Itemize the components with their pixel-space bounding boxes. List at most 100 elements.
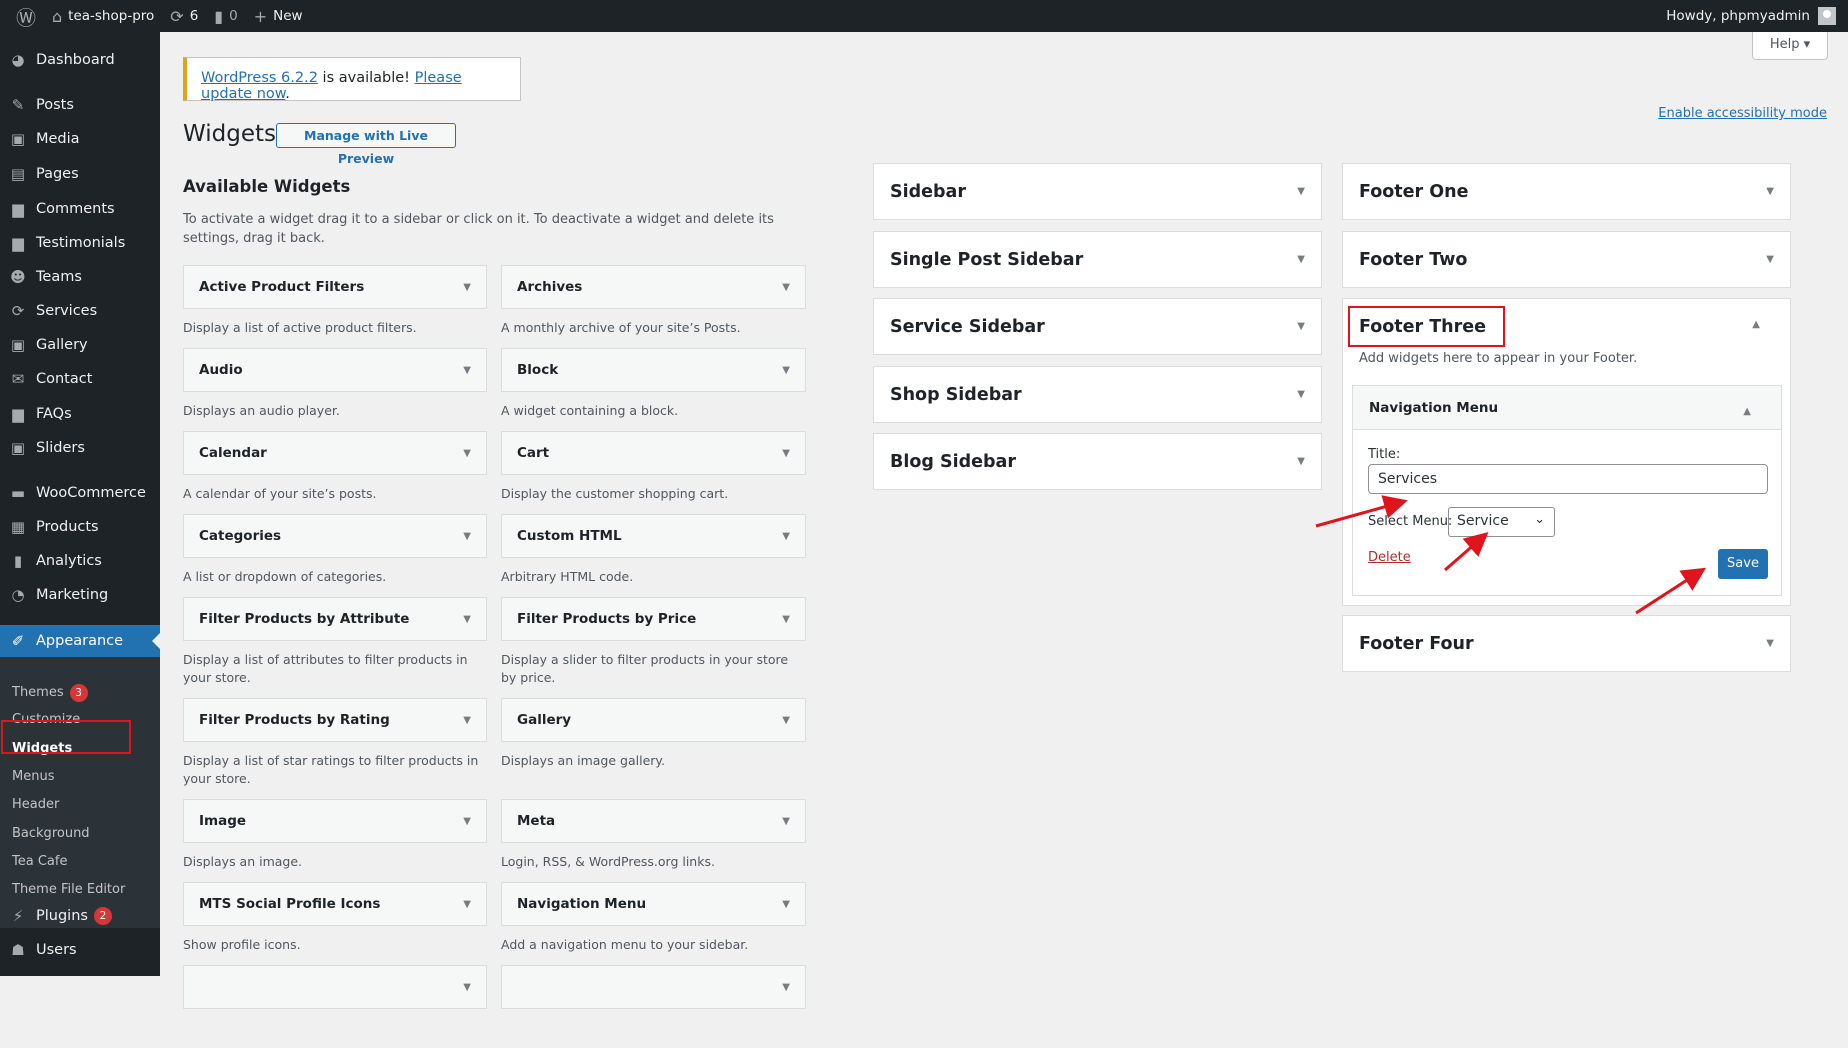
- widget-header[interactable]: Navigation Menu ▼: [501, 882, 806, 926]
- save-button[interactable]: Save: [1718, 549, 1768, 579]
- expand-arrow-icon[interactable]: ▼: [782, 899, 790, 910]
- new-content-link[interactable]: + New: [254, 7, 303, 26]
- widget-header[interactable]: Calendar ▼: [183, 431, 487, 475]
- expand-arrow-icon[interactable]: ▼: [782, 982, 790, 993]
- available-widget[interactable]: Calendar ▼ A calendar of your site’s posts…: [183, 431, 487, 514]
- available-widget[interactable]: Navigation Menu ▼ Add a navigation menu to…: [501, 882, 806, 965]
- submenu-item-themes[interactable]: Themes 3: [12, 684, 88, 702]
- widget-header[interactable]: Filter Products by Rating ▼: [183, 698, 487, 742]
- sidebar-item-plugins[interactable]: ⚡ Plugins 2: [0, 899, 160, 933]
- sidebar-item-woocommerce[interactable]: ▬ WooCommerce: [0, 476, 160, 510]
- accessibility-mode-link[interactable]: Enable accessibility mode: [1658, 106, 1827, 121]
- widget-header[interactable]: Navigation Menu ▲: [1353, 386, 1781, 430]
- widget-area-footer-four[interactable]: Footer Four ▼: [1342, 615, 1791, 672]
- widget-area-sidebar[interactable]: Sidebar ▼: [873, 163, 1322, 220]
- expand-arrow-icon[interactable]: ▼: [782, 448, 790, 459]
- widget-area-single-post-sidebar[interactable]: Single Post Sidebar ▼: [873, 231, 1322, 288]
- widget-header[interactable]: MTS Social Profile Icons ▼: [183, 882, 487, 926]
- available-widget[interactable]: Filter Products by Price ▼ Display a slide…: [501, 597, 806, 698]
- expand-arrow-icon[interactable]: ▼: [782, 531, 790, 542]
- expand-arrow-icon[interactable]: ▼: [1297, 456, 1305, 467]
- widget-header[interactable]: ▼: [183, 965, 487, 1009]
- submenu-item-tea-cafe[interactable]: Tea Cafe: [12, 854, 67, 869]
- available-widget[interactable]: Meta ▼ Login, RSS, & WordPress.org links.: [501, 799, 806, 882]
- widget-header[interactable]: Meta ▼: [501, 799, 806, 843]
- expand-arrow-icon[interactable]: ▼: [782, 614, 790, 625]
- sidebar-item-services[interactable]: ⟳ Services: [0, 294, 160, 328]
- sidebar-item-posts[interactable]: ✎ Posts: [0, 88, 160, 122]
- comments-link[interactable]: ▮ 0: [214, 7, 237, 26]
- widget-area-footer-two[interactable]: Footer Two ▼: [1342, 231, 1791, 288]
- widget-header[interactable]: Categories ▼: [183, 514, 487, 558]
- available-widget[interactable]: Image ▼ Displays an image.: [183, 799, 487, 882]
- collapse-arrow-icon[interactable]: ▲: [1752, 319, 1760, 330]
- expand-arrow-icon[interactable]: ▼: [1297, 389, 1305, 400]
- account-menu[interactable]: Howdy, phpmyadmin: [1666, 0, 1836, 32]
- available-widget[interactable]: Cart ▼ Display the customer shopping cart.: [501, 431, 806, 514]
- collapse-arrow-icon[interactable]: ▲: [1743, 406, 1751, 417]
- expand-arrow-icon[interactable]: ▼: [1297, 186, 1305, 197]
- sidebar-item-comments[interactable]: ▆ Comments: [0, 192, 160, 226]
- expand-arrow-icon[interactable]: ▼: [463, 982, 471, 993]
- sidebar-item-testimonials[interactable]: ▆ Testimonials: [0, 226, 160, 260]
- available-widget[interactable]: Audio ▼ Displays an audio player.: [183, 348, 487, 431]
- sidebar-item-gallery[interactable]: ▣ Gallery: [0, 328, 160, 362]
- sidebar-item-faqs[interactable]: ▆ FAQs: [0, 397, 160, 431]
- delete-link[interactable]: Delete: [1368, 550, 1411, 565]
- available-widget[interactable]: Active Product Filters ▼ Display a list of…: [183, 265, 487, 348]
- sidebar-item-sliders[interactable]: ▣ Sliders: [0, 431, 160, 465]
- sidebar-item-contact[interactable]: ✉ Contact: [0, 362, 160, 396]
- widget-header[interactable]: Active Product Filters ▼: [183, 265, 487, 309]
- title-input[interactable]: [1368, 464, 1768, 494]
- available-widget[interactable]: ▼: [501, 965, 806, 1048]
- expand-arrow-icon[interactable]: ▼: [463, 448, 471, 459]
- expand-arrow-icon[interactable]: ▼: [463, 531, 471, 542]
- sidebar-item-media[interactable]: ▣ Media: [0, 122, 160, 156]
- expand-arrow-icon[interactable]: ▼: [782, 282, 790, 293]
- expand-arrow-icon[interactable]: ▼: [782, 816, 790, 827]
- available-widget[interactable]: Archives ▼ A monthly archive of your site’…: [501, 265, 806, 348]
- wordpress-logo-icon[interactable]: Ⓦ: [16, 2, 36, 31]
- sidebar-item-pages[interactable]: ▤ Pages: [0, 157, 160, 191]
- help-button[interactable]: Help ▾: [1752, 32, 1828, 60]
- expand-arrow-icon[interactable]: ▼: [1766, 254, 1774, 265]
- submenu-item-background[interactable]: Background: [12, 826, 90, 841]
- expand-arrow-icon[interactable]: ▼: [782, 365, 790, 376]
- expand-arrow-icon[interactable]: ▼: [463, 816, 471, 827]
- expand-arrow-icon[interactable]: ▼: [463, 365, 471, 376]
- widget-header[interactable]: Archives ▼: [501, 265, 806, 309]
- widget-area-blog-sidebar[interactable]: Blog Sidebar ▼: [873, 433, 1322, 490]
- widget-header[interactable]: Gallery ▼: [501, 698, 806, 742]
- widget-header[interactable]: ▼: [501, 965, 806, 1009]
- sidebar-item-teams[interactable]: ☻ Teams: [0, 260, 160, 294]
- expand-arrow-icon[interactable]: ▼: [782, 715, 790, 726]
- widget-area-shop-sidebar[interactable]: Shop Sidebar ▼: [873, 366, 1322, 423]
- updates-link[interactable]: ⟳ 6: [170, 7, 198, 26]
- widget-header[interactable]: Block ▼: [501, 348, 806, 392]
- sidebar-item-users[interactable]: ☗ Users: [0, 933, 160, 967]
- widget-header[interactable]: Filter Products by Attribute ▼: [183, 597, 487, 641]
- available-widget[interactable]: MTS Social Profile Icons ▼ Show profile ic…: [183, 882, 487, 965]
- widget-header[interactable]: Image ▼: [183, 799, 487, 843]
- site-name-link[interactable]: ⌂ tea-shop-pro: [52, 7, 154, 26]
- widget-area-footer-one[interactable]: Footer One ▼: [1342, 163, 1791, 220]
- available-widget[interactable]: ▼: [183, 965, 487, 1048]
- widget-area-service-sidebar[interactable]: Service Sidebar ▼: [873, 298, 1322, 355]
- sidebar-item-dashboard[interactable]: ◕ Dashboard: [0, 43, 160, 77]
- sidebar-item-appearance[interactable]: ✐ Appearance: [0, 625, 160, 657]
- available-widget[interactable]: Gallery ▼ Displays an image gallery.: [501, 698, 806, 799]
- select-menu-dropdown[interactable]: Service ⌄: [1448, 507, 1555, 537]
- live-preview-button[interactable]: Manage with Live Preview: [276, 123, 456, 166]
- expand-arrow-icon[interactable]: ▼: [1766, 186, 1774, 197]
- available-widget[interactable]: Categories ▼ A list or dropdown of categor…: [183, 514, 487, 597]
- available-widget[interactable]: Filter Products by Rating ▼ Display a list…: [183, 698, 487, 799]
- available-widget[interactable]: Block ▼ A widget containing a block.: [501, 348, 806, 431]
- submenu-item-header[interactable]: Header: [12, 797, 59, 812]
- wordpress-version-link[interactable]: WordPress 6.2.2: [201, 70, 318, 86]
- sidebar-item-marketing[interactable]: ◔ Marketing: [0, 578, 160, 612]
- expand-arrow-icon[interactable]: ▼: [463, 899, 471, 910]
- expand-arrow-icon[interactable]: ▼: [463, 614, 471, 625]
- available-widget[interactable]: Custom HTML ▼ Arbitrary HTML code.: [501, 514, 806, 597]
- sidebar-item-products[interactable]: ▦ Products: [0, 510, 160, 544]
- submenu-item-theme-file-editor[interactable]: Theme File Editor: [12, 882, 125, 897]
